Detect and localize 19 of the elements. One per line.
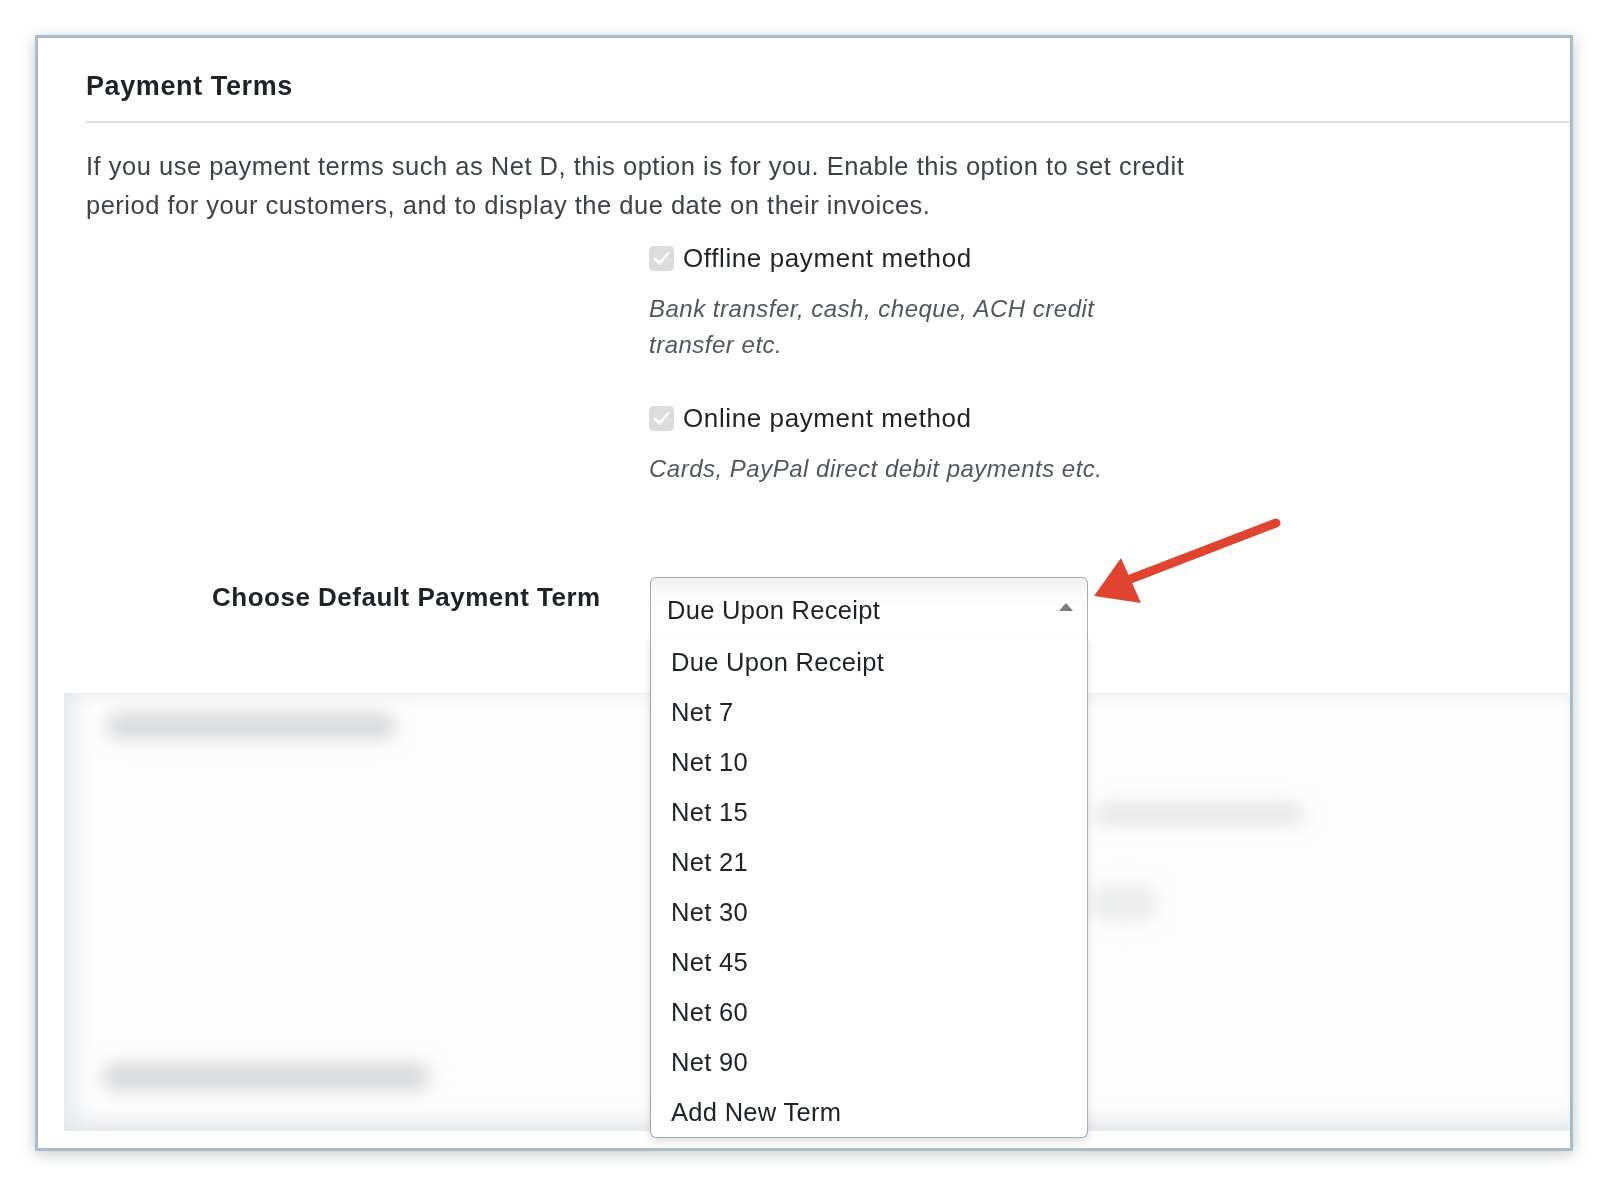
dropdown-option[interactable]: Net 45 xyxy=(651,937,1087,987)
caret-icon xyxy=(1059,603,1073,611)
dropdown-option[interactable]: Net 10 xyxy=(651,737,1087,787)
section-title: Payment Terms xyxy=(86,70,293,102)
section-description: If you use payment terms such as Net D, this option is for you. Enable this option to set credit period for your customers, and to display the due date on their invoices. xyxy=(86,151,1186,221)
dropdown-option[interactable]: Net 90 xyxy=(651,1037,1087,1087)
dropdown-option[interactable]: Net 30 xyxy=(651,887,1087,937)
hint-text: Bank transfer, cash, cheque, ACH credit transfer etc. xyxy=(649,294,1096,360)
hint-text: Cards, PayPal direct debit payments etc. xyxy=(649,454,1104,484)
checkbox-label: Online payment method xyxy=(683,403,972,433)
dropdown-option[interactable]: Net 7 xyxy=(651,687,1087,737)
dropdown-option[interactable]: Net 60 xyxy=(651,987,1087,1037)
payment-term-dropdown[interactable]: Due Upon Receipt xyxy=(650,577,1088,637)
dropdown-option[interactable]: Add New Term xyxy=(651,1087,1087,1137)
dropdown-option[interactable]: Net 15 xyxy=(651,787,1087,837)
field-label: Choose Default Payment Term xyxy=(212,582,602,612)
dropdown-option[interactable]: Net 21 xyxy=(651,837,1087,887)
dropdown-option[interactable]: Due Upon Receipt xyxy=(651,637,1087,687)
checkbox-label: Offline payment method xyxy=(683,243,972,273)
